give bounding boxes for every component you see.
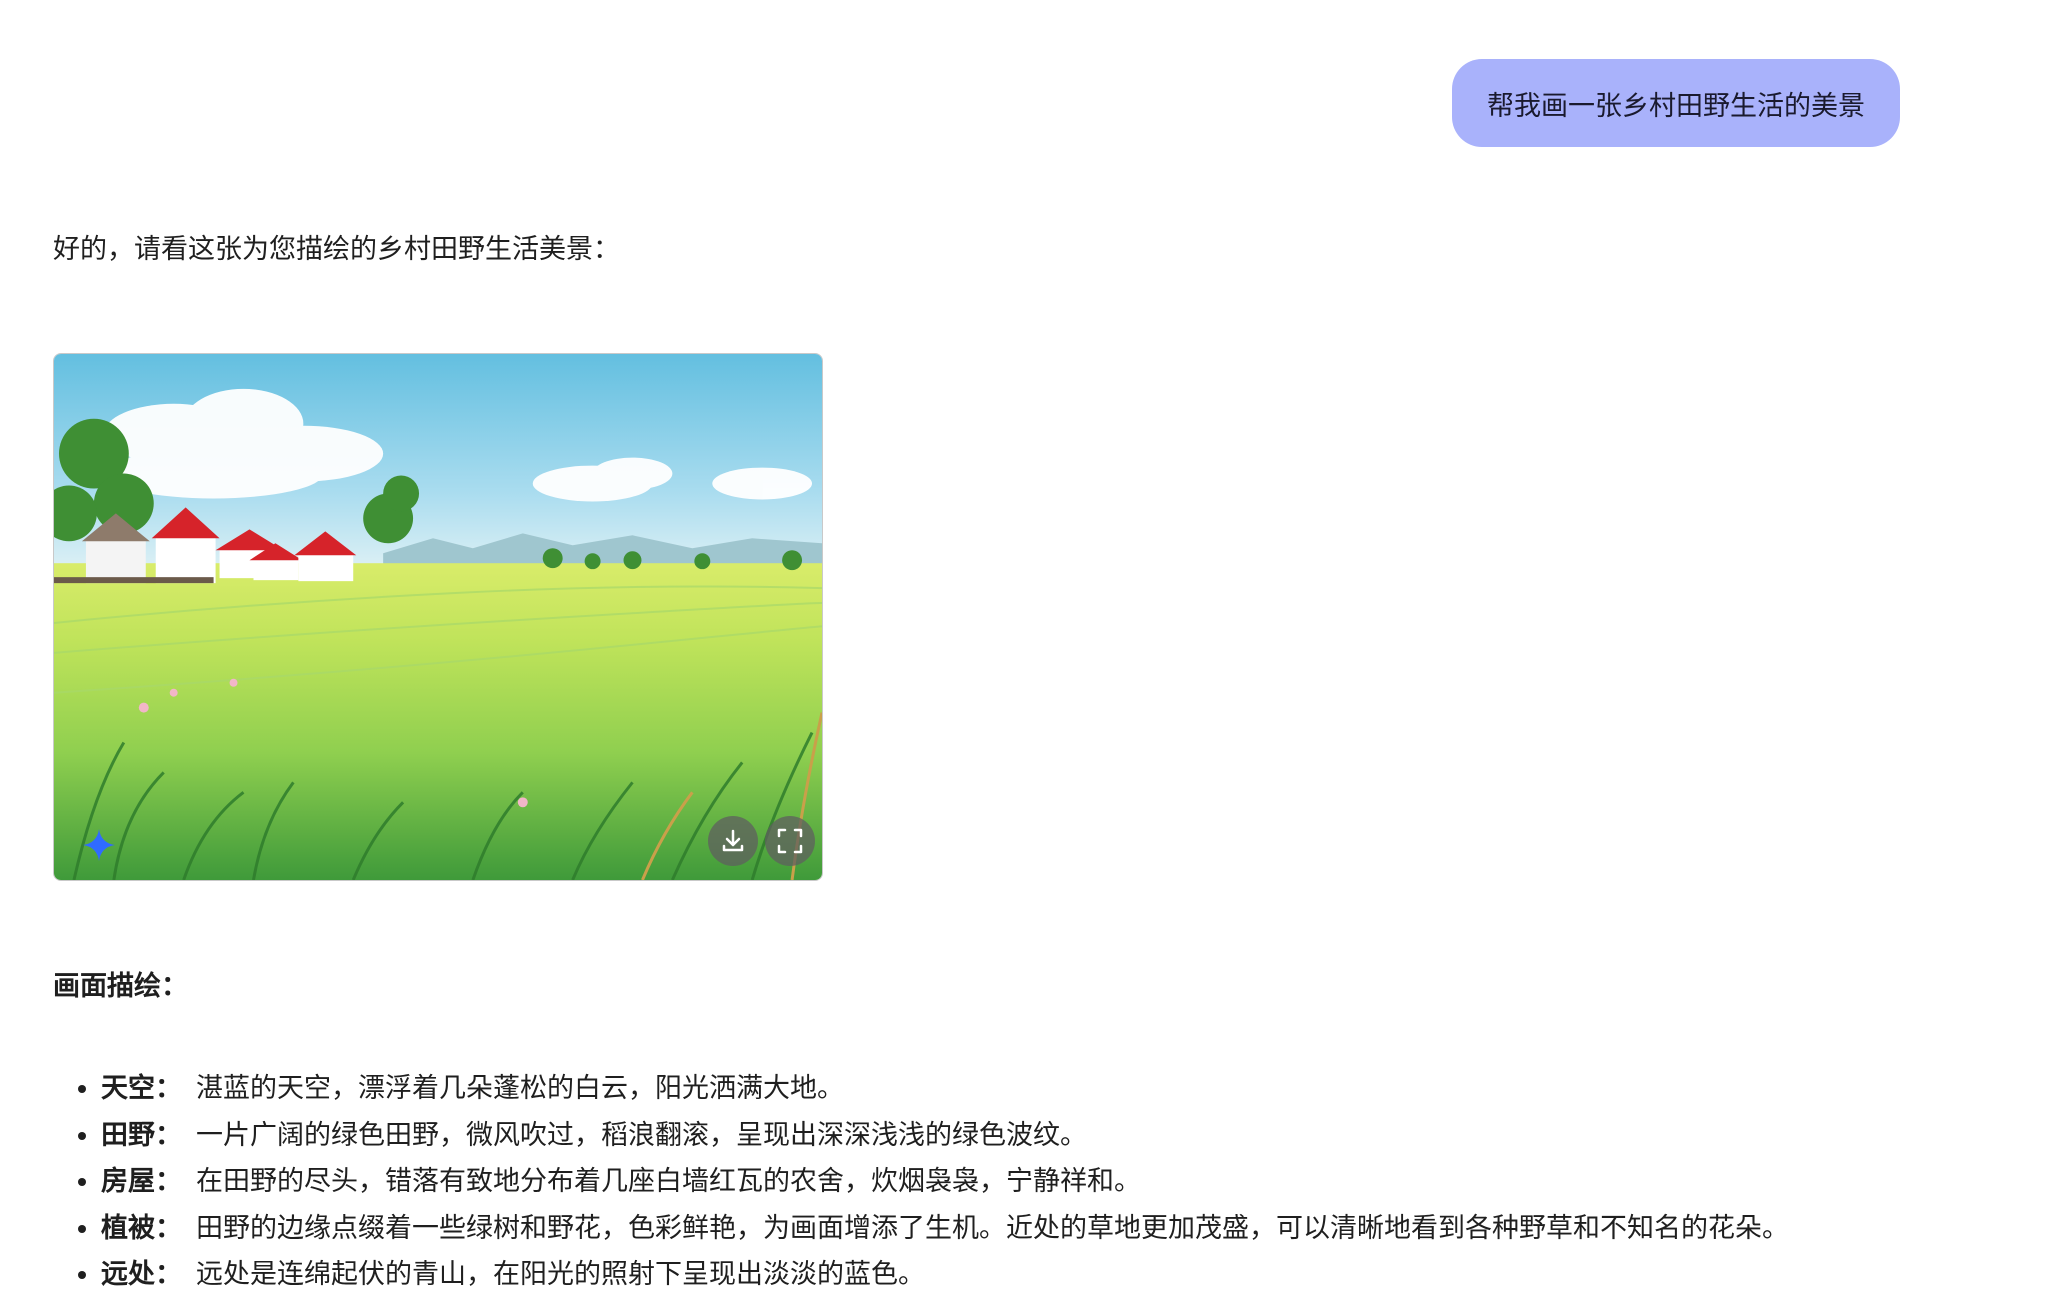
detail-text: 湛蓝的天空，漂浮着几朵蓬松的白云，阳光洒满大地。 xyxy=(196,1073,844,1104)
list-item: 房屋： 在田野的尽头，错落有致地分布着几座白墙红瓦的农舍，炊烟袅袅，宁静祥和。 xyxy=(101,1159,2001,1206)
list-item: 天空： 湛蓝的天空，漂浮着几朵蓬松的白云，阳光洒满大地。 xyxy=(101,1066,2001,1113)
user-message-bubble: 帮我画一张乡村田野生活的美景 xyxy=(1452,59,1900,147)
assistant-intro: 好的，请看这张为您描绘的乡村田野生活美景： xyxy=(53,234,620,265)
download-icon xyxy=(722,829,744,852)
detail-text: 远处是连绵起伏的青山，在阳光的照射下呈现出淡淡的蓝色。 xyxy=(196,1259,925,1290)
detail-list: 天空： 湛蓝的天空，漂浮着几朵蓬松的白云，阳光洒满大地。 田野： 一片广阔的绿色田野… xyxy=(53,1066,2001,1299)
list-item: 远处： 远处是连绵起伏的青山，在阳光的照射下呈现出淡淡的蓝色。 xyxy=(101,1252,2001,1299)
detail-term: 田野： xyxy=(101,1119,182,1151)
download-button[interactable] xyxy=(708,816,758,866)
detail-text: 在田野的尽头，错落有致地分布着几座白墙红瓦的农舍，炊烟袅袅，宁静祥和。 xyxy=(196,1166,1141,1197)
detail-term: 天空： xyxy=(101,1073,182,1104)
fullscreen-icon xyxy=(777,828,803,854)
fullscreen-button[interactable] xyxy=(765,816,815,866)
detail-text: 一片广阔的绿色田野，微风吹过，稻浪翻滚，呈现出深深浅浅的绿色波纹。 xyxy=(196,1119,1087,1151)
detail-text: 田野的边缘点缀着一些绿树和野花，色彩鲜艳，为画面增添了生机。近处的草地更加茂盛，… xyxy=(196,1212,1789,1244)
list-item: 植被： 田野的边缘点缀着一些绿树和野花，色彩鲜艳，为画面增添了生机。近处的草地更加… xyxy=(101,1206,2001,1253)
user-message-text: 帮我画一张乡村田野生活的美景 xyxy=(1487,90,1865,122)
detail-term: 植被： xyxy=(101,1212,182,1244)
list-item: 田野： 一片广阔的绿色田野，微风吹过，稻浪翻滚，呈现出深深浅浅的绿色波纹。 xyxy=(101,1113,2001,1160)
section-heading: 画面描绘： xyxy=(53,971,188,1002)
rural-field-illustration xyxy=(54,354,822,880)
detail-term: 房屋： xyxy=(101,1166,182,1197)
detail-term: 远处： xyxy=(101,1259,182,1290)
sparkle-icon xyxy=(83,829,115,861)
generated-image[interactable] xyxy=(53,353,823,881)
